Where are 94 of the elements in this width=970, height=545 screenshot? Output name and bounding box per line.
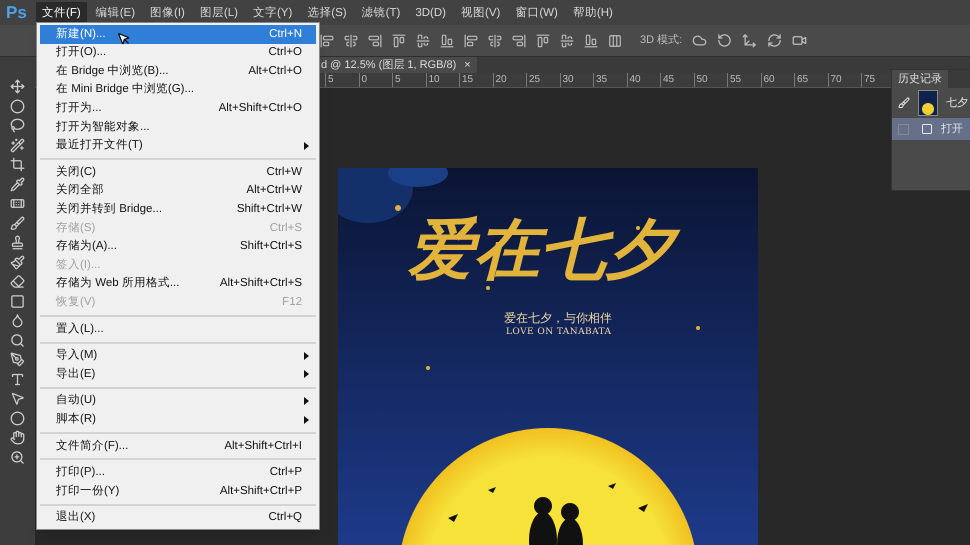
menu-item[interactable]: 导入(M) <box>40 346 316 366</box>
camera-icon[interactable] <box>792 33 808 48</box>
distribute-center-icon[interactable] <box>560 34 574 48</box>
crop-tool-icon[interactable] <box>10 157 25 172</box>
align-middle-icon[interactable] <box>344 34 358 48</box>
menu-bar-item[interactable]: 文件(F) <box>36 2 87 24</box>
menu-item[interactable]: 脚本(R) <box>40 410 316 429</box>
menu-item[interactable]: 关闭(C) Ctrl+W <box>40 163 316 182</box>
menu-item[interactable]: 打开(O)... Ctrl+O <box>40 44 316 62</box>
menu-bar-item[interactable]: 3D(D) <box>409 2 452 24</box>
history-item[interactable]: 七夕 <box>892 88 970 118</box>
panel-tab[interactable]: 历史记录 <box>892 70 948 88</box>
distribute-top-icon[interactable] <box>464 34 478 48</box>
distribute-middle-icon[interactable] <box>488 34 502 48</box>
ruler-label: 55 <box>727 73 760 87</box>
align-right-icon[interactable] <box>440 34 454 48</box>
ruler-label: 10 <box>426 73 459 87</box>
menu-bar-item[interactable]: 选择(S) <box>301 2 353 24</box>
auto-align-icon[interactable] <box>608 34 622 48</box>
ruler-label: 40 <box>626 73 660 87</box>
menu-item[interactable]: 打开为智能对象... <box>40 118 316 137</box>
menu-bar-item[interactable]: 滤镜(T) <box>356 2 406 24</box>
3d-mode-label: 3D 模式: <box>640 33 682 48</box>
menu-item[interactable]: 退出(X) Ctrl+Q <box>40 508 316 528</box>
brush-tool-icon[interactable] <box>10 216 25 230</box>
menu-item[interactable]: 自动(U) <box>40 392 316 410</box>
menu-item[interactable]: 打印一份(Y) Alt+Shift+Ctrl+P <box>40 482 316 501</box>
ruler-label: 35 <box>593 73 626 87</box>
history-item[interactable]: 打开 <box>892 118 970 140</box>
pen-tool-icon[interactable] <box>10 352 25 367</box>
menu-item[interactable]: 关闭并转到 Bridge... Shift+Ctrl+W <box>40 200 316 219</box>
distribute-left-icon[interactable] <box>536 34 550 48</box>
ruler-label: 15 <box>459 73 492 87</box>
menu-item[interactable]: 存储为(A)... Shift+Ctrl+S <box>40 238 316 256</box>
menu-item[interactable]: 置入(L)... <box>40 320 316 338</box>
ruler-label: 30 <box>560 73 593 87</box>
align-left-icon[interactable] <box>392 34 406 48</box>
ruler-label: 5 <box>392 73 426 87</box>
menu-item[interactable]: 在 Mini Bridge 中浏览(G)... <box>40 80 316 100</box>
poster-subtitle: 爱在七夕，与你相伴 <box>504 310 612 327</box>
checkbox[interactable] <box>898 124 909 134</box>
menu-item[interactable]: 新建(N)... Ctrl+N <box>40 25 316 44</box>
eraser-tool-icon[interactable] <box>10 274 25 289</box>
path-selection-tool-icon[interactable] <box>10 391 25 406</box>
menu-bar-item[interactable]: 文字(Y) <box>246 2 298 24</box>
ruler-label: 50 <box>694 73 727 87</box>
marquee-tool-icon[interactable] <box>10 98 25 114</box>
menu-item[interactable]: 最近打开文件(T) <box>40 136 316 156</box>
ruler-label: 65 <box>794 73 828 87</box>
ruler-label: 25 <box>526 73 560 87</box>
align-center-icon[interactable] <box>416 34 430 48</box>
ruler-label: 0 <box>358 73 392 87</box>
move-tool-icon[interactable] <box>10 79 25 94</box>
magic-wand-tool-icon[interactable] <box>10 138 25 152</box>
roll-icon[interactable] <box>717 33 732 48</box>
stamp-tool-icon[interactable] <box>10 235 25 250</box>
menu-bar-item[interactable]: 编辑(E) <box>90 2 142 24</box>
bandage-tool-icon[interactable] <box>10 196 25 211</box>
type-tool-icon[interactable] <box>10 372 25 386</box>
zoom-tool-icon[interactable] <box>10 450 25 464</box>
ruler-label: 60 <box>760 73 794 87</box>
align-top-icon[interactable] <box>320 34 334 48</box>
menu-item[interactable]: 打印(P)... Ctrl+P <box>40 463 316 482</box>
menu-item[interactable]: 导出(E) <box>40 365 316 384</box>
distribute-bottom-icon[interactable] <box>512 34 526 48</box>
menu-item[interactable]: 在 Bridge 中浏览(B)... Alt+Ctrl+O <box>40 62 316 81</box>
history-brush-tool-icon[interactable] <box>10 254 25 270</box>
poster-english-title: LOVE ON TANABATA <box>506 326 612 339</box>
menu-item[interactable]: 打开为... Alt+Shift+Ctrl+O <box>40 99 316 118</box>
lasso-tool-icon[interactable] <box>10 118 25 133</box>
snapshot-thumbnail <box>918 90 938 116</box>
hand-tool-icon[interactable] <box>10 430 25 445</box>
menu-item[interactable]: 关闭全部 Alt+Ctrl+W <box>40 182 316 200</box>
distribute-right-icon[interactable] <box>584 34 598 48</box>
close-icon[interactable]: × <box>464 56 471 74</box>
menu-bar-item[interactable]: 图层(L) <box>194 2 244 24</box>
blur-tool-icon[interactable] <box>10 313 25 328</box>
app-logo: Ps <box>5 2 28 24</box>
eyedropper-tool-icon[interactable] <box>10 176 25 192</box>
align-bottom-icon[interactable] <box>368 34 382 48</box>
menu-bar-item[interactable]: 窗口(W) <box>509 2 564 24</box>
ruler-label: 45 <box>660 73 694 87</box>
menu-bar-item[interactable]: 视图(V) <box>455 2 506 24</box>
menu-bar-item[interactable]: 帮助(H) <box>566 2 619 24</box>
menu-bar-item[interactable]: 图像(I) <box>144 2 191 24</box>
poster-title: 爱在七夕 <box>404 208 686 290</box>
menu-item[interactable]: 存储为 Web 所用格式... Alt+Shift+Ctrl+S <box>40 274 316 294</box>
ruler-label: 70 <box>828 73 861 87</box>
ellipse-tool-icon[interactable] <box>10 410 25 426</box>
mouse-cursor-icon <box>117 32 131 46</box>
ruler-label: 5 <box>325 73 358 87</box>
ruler-label: 20 <box>492 73 526 87</box>
brush-icon <box>898 97 910 109</box>
menu-item[interactable]: 文件简介(F)... Alt+Shift+Ctrl+I <box>40 436 316 456</box>
